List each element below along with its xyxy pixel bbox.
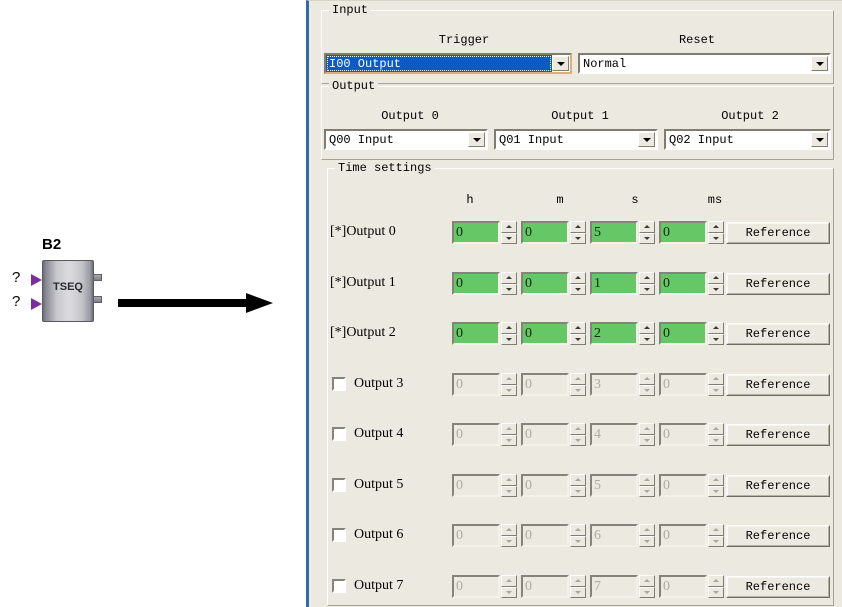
output-2-value: Q02 Input [669, 132, 734, 147]
input-1-unconnected-marker: ? [12, 293, 21, 310]
function-block-b2[interactable]: B2 TSEQ ? ? [12, 236, 122, 346]
reset-combo[interactable]: Normal [578, 53, 831, 74]
time-settings-group: Time settings h m s ms [*]Output 0 0 0 5 0 Re… [327, 161, 834, 606]
output-1-value: Q01 Input [499, 132, 564, 147]
output-0-value: Q00 Input [329, 132, 394, 147]
trigger-caption: Trigger [438, 33, 490, 47]
block-label: B2 [42, 236, 62, 253]
output-0-chevron-down-icon[interactable] [468, 132, 485, 147]
time-settings-row: Output 7 0 0 7 0 Reference [328, 169, 833, 605]
row-7-m-spin-up-icon[interactable] [570, 575, 586, 587]
row-7-s-stepper: 7 [590, 575, 655, 598]
input-pin-0-icon[interactable] [31, 274, 42, 286]
block-type-label: TSEQ [53, 281, 83, 293]
row-7-m-value: 0 [521, 575, 569, 598]
diagram-canvas: B2 TSEQ ? ? [0, 0, 306, 607]
trigger-combo-chevron-down-icon[interactable] [552, 56, 569, 71]
row-7-ms-spin-buttons[interactable] [708, 575, 724, 598]
output-2-caption: Output 2 [721, 109, 779, 123]
output-2-combo[interactable]: Q02 Input [664, 129, 831, 150]
row-7-label: Output 7 [354, 578, 404, 593]
row-7-reference-button[interactable]: Reference [726, 576, 830, 598]
row-7-s-value: 7 [590, 575, 638, 598]
row-7-h-spin-down-icon[interactable] [501, 586, 517, 598]
row-7-m-spin-buttons[interactable] [570, 575, 586, 598]
output-pin-1-icon[interactable] [93, 296, 102, 303]
input-group-title: Input [329, 3, 372, 17]
row-7-h-spin-buttons[interactable] [501, 575, 517, 598]
row-7-h-stepper: 0 [452, 575, 517, 598]
row-7-ms-spin-up-icon[interactable] [708, 575, 724, 587]
output-2-chevron-down-icon[interactable] [811, 132, 828, 147]
row-7-s-spin-down-icon[interactable] [639, 586, 655, 598]
output-0-caption: Output 0 [381, 109, 439, 123]
row-7-h-spin-up-icon[interactable] [501, 575, 517, 587]
row-7-h-value: 0 [452, 575, 500, 598]
output-1-chevron-down-icon[interactable] [638, 132, 655, 147]
input-group: Input Trigger Reset I00 Output Normal [321, 3, 834, 84]
output-group-title: Output [329, 79, 379, 93]
reset-combo-chevron-down-icon[interactable] [811, 56, 828, 71]
output-group: Output Output 0 Output 1 Output 2 Q00 In… [321, 79, 834, 160]
right-arrow-icon [118, 293, 273, 313]
trigger-value: I00 Output [326, 55, 552, 72]
row-7-m-spin-down-icon[interactable] [570, 586, 586, 598]
row-7-m-stepper: 0 [521, 575, 586, 598]
row-7-enable-checkbox[interactable] [332, 579, 346, 593]
reset-caption: Reset [678, 33, 715, 47]
output-1-caption: Output 1 [551, 109, 609, 123]
output-1-combo[interactable]: Q01 Input [494, 129, 658, 150]
output-pin-0-icon[interactable] [93, 274, 102, 281]
row-7-ms-spin-down-icon[interactable] [708, 586, 724, 598]
input-pin-1-icon[interactable] [31, 298, 42, 310]
row-7-ms-stepper: 0 [659, 575, 724, 598]
trigger-combo[interactable]: I00 Output [324, 53, 572, 74]
block-properties-panel: Input Trigger Reset I00 Output Normal Ou… [306, 0, 842, 607]
row-7-s-spin-buttons[interactable] [639, 575, 655, 598]
row-7-s-spin-up-icon[interactable] [639, 575, 655, 587]
reset-value: Normal [583, 56, 627, 71]
row-7-ms-value: 0 [659, 575, 707, 598]
output-0-combo[interactable]: Q00 Input [324, 129, 488, 150]
input-0-unconnected-marker: ? [12, 269, 21, 286]
